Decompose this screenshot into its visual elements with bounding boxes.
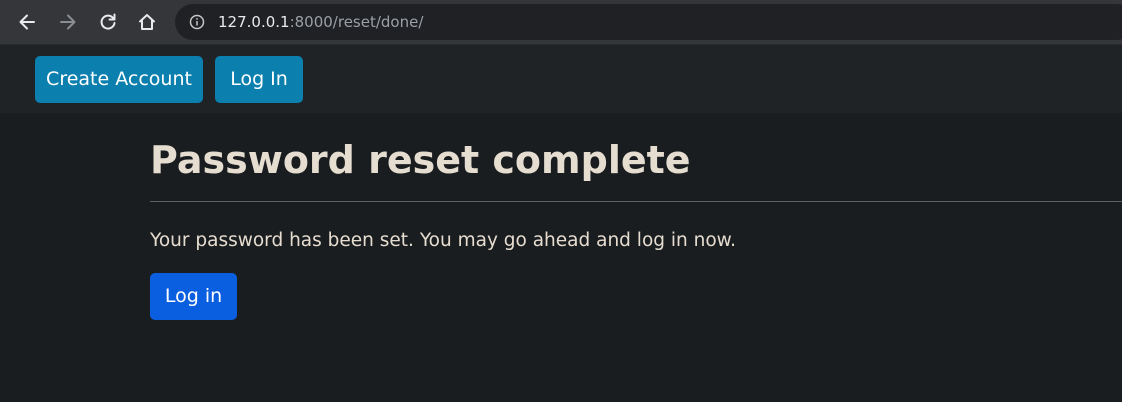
forward-arrow-icon	[60, 14, 76, 30]
divider	[150, 201, 1122, 202]
reset-message: Your password has been set. You may go a…	[150, 230, 736, 251]
back-button[interactable]	[14, 9, 40, 35]
page-title: Password reset complete	[150, 138, 691, 182]
reload-icon	[100, 13, 116, 30]
back-arrow-icon	[19, 14, 35, 30]
home-button[interactable]	[134, 9, 160, 35]
site-info-icon[interactable]	[189, 14, 205, 30]
log-in-button[interactable]: Log in	[150, 273, 237, 320]
url-host: 127.0.0.1	[218, 13, 290, 31]
browser-toolbar: 127.0.0.1:8000/reset/done/	[0, 0, 1122, 45]
address-bar[interactable]: 127.0.0.1:8000/reset/done/	[175, 4, 1122, 40]
reload-button[interactable]	[95, 9, 121, 35]
home-icon	[139, 14, 155, 30]
main-content: Password reset complete Your password ha…	[0, 113, 1122, 402]
forward-button[interactable]	[55, 9, 81, 35]
url-path: :8000/reset/done/	[289, 13, 424, 31]
site-navbar: Create Account Log In	[0, 45, 1122, 113]
url-text[interactable]: 127.0.0.1:8000/reset/done/	[218, 13, 423, 31]
create-account-button[interactable]: Create Account	[35, 56, 203, 103]
log-in-nav-button[interactable]: Log In	[215, 56, 303, 103]
